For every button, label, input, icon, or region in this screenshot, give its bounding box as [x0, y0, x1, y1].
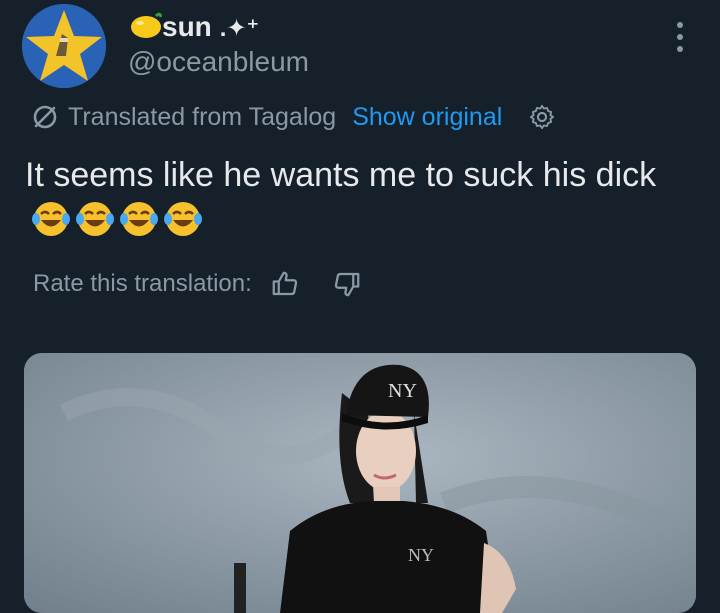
more-dot — [677, 22, 683, 28]
tweet-media-photo[interactable]: NY NY — [24, 353, 696, 613]
more-dot — [677, 46, 683, 52]
face-with-tears-of-joy-icon — [32, 202, 70, 236]
thumbs-down-icon — [334, 272, 360, 297]
display-name-text: sun — [162, 11, 212, 42]
translation-bar: Translated from Tagalog Show original — [32, 101, 556, 133]
more-dot — [677, 34, 683, 40]
thumbs-up-button[interactable] — [270, 269, 300, 299]
gear-icon — [530, 104, 555, 130]
thumbs-up-icon — [272, 271, 297, 296]
display-name[interactable]: sun .✦⁺ — [128, 10, 259, 43]
tears-of-joy-emojis — [32, 202, 202, 236]
thumbs-down-button[interactable] — [332, 269, 362, 299]
avatar[interactable] — [22, 4, 106, 88]
face-with-tears-of-joy-icon — [164, 202, 202, 236]
show-original-link[interactable]: Show original — [352, 103, 502, 132]
translate-icon — [33, 105, 57, 129]
lemon-icon — [131, 12, 163, 38]
tweet-text: It seems like he wants me to suck his di… — [25, 152, 685, 252]
rate-translation-label: Rate this translation: — [33, 270, 252, 297]
rate-translation-row: Rate this translation: — [33, 268, 362, 300]
face-with-tears-of-joy-icon — [76, 202, 114, 236]
star-avatar-icon — [22, 4, 106, 88]
svg-text:NY: NY — [408, 545, 434, 565]
translated-from-label: Translated from Tagalog — [68, 102, 337, 131]
emoji-row — [31, 199, 211, 252]
user-handle[interactable]: @oceanbleum — [128, 46, 309, 78]
face-with-tears-of-joy-icon — [120, 202, 158, 236]
svg-text:NY: NY — [388, 380, 417, 402]
photo-woman-black-cap-icon: NY NY — [24, 353, 696, 613]
translation-settings-button[interactable] — [528, 103, 556, 131]
display-name-suffix: .✦⁺ — [219, 15, 260, 42]
more-options-button[interactable] — [664, 20, 696, 54]
tweet-body-text: It seems like he wants me to suck his di… — [25, 156, 657, 194]
